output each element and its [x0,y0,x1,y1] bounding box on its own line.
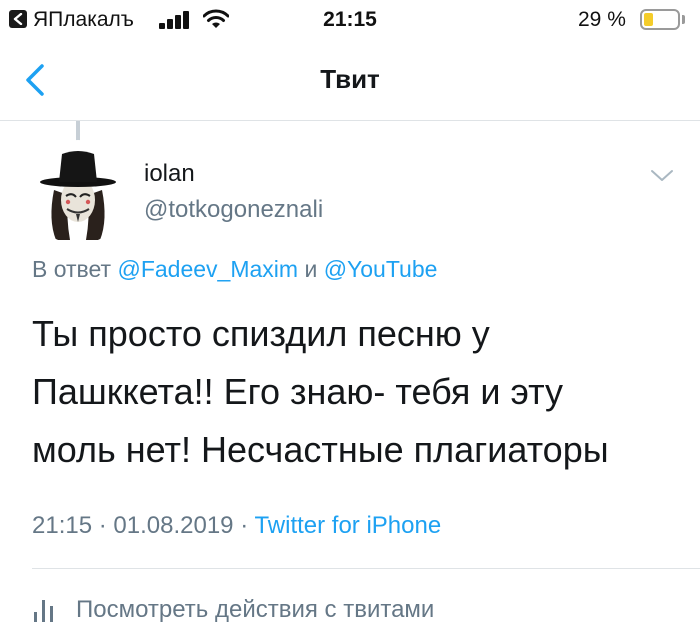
avatar[interactable] [26,140,130,244]
battery-cap [682,15,685,24]
tweet-text-line: моль нет! Несчастные плагиаторы [32,429,609,470]
tweet-date: 01.08.2019 [113,512,234,539]
view-tweet-activity-label: Посмотреть действия с твитами [76,596,435,623]
meta-separator: · [98,512,107,539]
tweet-source-link[interactable]: Twitter for iPhone [254,512,441,539]
reply-prefix: В ответ [32,256,112,282]
tweet-text-line: Ты просто спиздил песню у [32,313,490,354]
bar-chart-icon [32,600,56,622]
reply-mention[interactable]: @Fadeev_Maxim [117,256,298,282]
reply-context: В ответ @Fadeev_Maxim и @YouTube [32,256,437,283]
display-name[interactable]: iolan [144,160,195,188]
tweet-time: 21:15 [32,512,93,539]
reply-joiner: и [304,256,318,282]
tweet-metadata: 21:15 · 01.08.2019 · Twitter for iPhone [32,512,441,540]
tweet-text-line: Пашккета!! Его знаю- тебя и эту [32,371,563,412]
user-handle[interactable]: @totkogoneznali [144,196,323,224]
avatar-image [26,140,130,244]
divider [32,568,700,569]
tweet-text: Ты просто спиздил песню у Пашккета!! Его… [32,305,672,479]
navigation-bar: Твит [0,40,700,121]
chevron-down-icon[interactable] [648,164,676,186]
battery-icon [640,9,680,30]
thread-connector-line [76,121,80,141]
reply-mention[interactable]: @YouTube [324,256,438,282]
battery-percent: 29 % [578,8,626,31]
status-bar: ЯПлакалъ 21:15 29 % [0,0,700,40]
page-title: Твит [320,64,380,94]
meta-separator: · [240,512,249,539]
